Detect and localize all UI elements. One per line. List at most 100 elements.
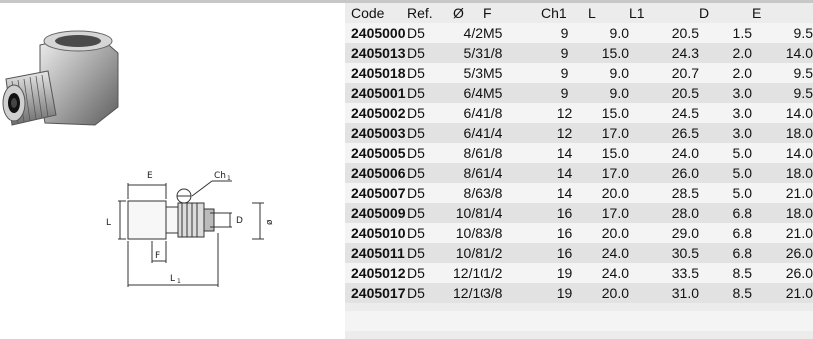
cell-ch1: 16 [556,245,573,261]
label-ch1: Ch [214,171,226,181]
table-row: 2405012D5 12/101/2 19 24.0 33.5 8.5 26.0 [345,263,813,283]
cell-l1: 30.5 [671,245,699,261]
cell-f: 1/8 [483,45,503,61]
cell-ref: D5 [407,265,425,281]
cell-ref: D5 [407,285,425,301]
cell-l1: 31.0 [671,285,699,301]
table-row: 2405000 D5 4/2 M5 9 9.0 20.5 1.5 9.5 [345,23,813,43]
cell-ref: D5 [407,85,425,101]
cell-l1: 20.5 [671,25,699,41]
table-row: 2405007 D5 8/6 3/8 14 20.0 28.5 5.0 21.0 [345,183,813,203]
cell-l: 20.0 [601,185,629,201]
cell-e: 18.0 [785,165,813,181]
cell-ref: D5 [407,205,425,221]
cell-l1: 24.3 [671,45,699,61]
table-header-row: Code Ref. Ø F Ch1 L L1 D E [345,3,813,23]
cell-code: 2405002 [351,105,406,121]
cell-ref: D5 [407,105,425,121]
table-row: 2405018 D5 5/3 M5 9 9.0 20.7 2.0 9.5 [345,63,813,83]
cell-d: 3.0 [732,85,752,101]
cell-d: 2.0 [732,45,752,61]
dimension-drawing: E Ch 1 L D ø F L 1 [106,171,275,287]
cell-ch1: 9 [560,25,569,41]
cell-code: 2405011 [351,245,405,261]
cell-ch1: 9 [560,45,569,61]
cell-ch1: 14 [556,165,573,181]
cell-ch1: 19 [556,285,573,301]
cell-l: 9.0 [609,25,629,41]
cell-ch1: 19 [556,265,573,281]
cell-l1: 33.5 [671,265,699,281]
cell-f: M5 [483,85,503,101]
cell-d: 5.0 [732,165,752,181]
cell-code: 2405003 [351,125,406,141]
cell-ref: D5 [407,45,425,61]
cell-f: 1/2 [483,265,503,281]
cell-d: 6.8 [732,205,752,221]
cell-l1: 29.0 [671,225,699,241]
cell-l: 20.0 [601,285,629,301]
cell-ref: D5 [407,185,425,201]
cell-e: 21.0 [785,185,813,201]
cell-ch1: 16 [556,205,573,221]
cell-ref: D5 [407,225,425,241]
cell-f: 3/8 [483,185,503,201]
cell-e: 9.5 [793,85,813,101]
cell-d: 2.0 [732,65,752,81]
cell-diameter: 5/3 [463,65,483,81]
header-l1: L1 [629,5,645,21]
header-ref: Ref. [407,5,433,21]
cell-l: 15.0 [601,105,629,121]
cell-e: 21.0 [785,225,813,241]
cell-ref: D5 [407,245,425,261]
cell-code: 2405010 [351,225,406,241]
cell-l: 9.0 [609,85,629,101]
cell-l: 24.0 [601,245,629,261]
cell-e: 14.0 [785,145,813,161]
cell-diameter: 8/6 [463,185,483,201]
cell-diameter: 6/4 [463,105,483,121]
cell-f: M5 [483,65,503,81]
cell-code: 2405018 [351,65,406,81]
label-f: F [155,251,160,261]
cell-f: 1/2 [483,245,503,261]
table-row: 2405001 D5 6/4 M5 9 9.0 20.5 3.0 9.5 [345,83,813,103]
cell-d: 6.8 [732,225,752,241]
cell-e: 14.0 [785,105,813,121]
cell-e: 14.0 [785,45,813,61]
fitting-photo [2,30,119,126]
cell-diameter: 6/4 [463,125,483,141]
cell-l: 15.0 [601,145,629,161]
cell-diameter: 8/6 [463,165,483,181]
cell-l: 24.0 [601,265,629,281]
cell-diameter: 6/4 [463,85,483,101]
cell-f: 3/8 [483,225,503,241]
cell-code: 2405006 [351,165,406,181]
cell-code: 2405009 [351,205,406,221]
cell-e: 26.0 [785,265,813,281]
cell-l1: 20.7 [671,65,699,81]
cell-f: M5 [483,25,503,41]
cell-f: 1/8 [483,105,503,121]
cell-ch1: 12 [556,105,573,121]
cell-e: 9.5 [793,25,813,41]
specification-table: Code Ref. Ø F Ch1 L L1 D E 2405000 D5 4/2 M… [345,3,813,339]
cell-d: 3.0 [732,125,752,141]
cell-code: 2405000 [351,25,406,41]
cell-f: 1/4 [483,205,503,221]
cell-f: 3/8 [483,285,503,301]
label-l1-sub: 1 [177,278,181,285]
table-row: 2405013 D5 5/3 1/8 9 15.0 24.3 2.0 14.0 [345,43,813,63]
table-empty-row [345,311,813,331]
cell-diameter: 10/8 [455,205,483,221]
label-l1: L [170,274,175,284]
cell-l: 20.0 [601,225,629,241]
label-phi: ø [265,219,275,225]
cell-d: 1.5 [732,25,752,41]
cell-diameter: 10/8 [455,225,483,241]
header-ch1: Ch1 [541,5,567,21]
cell-diameter: 5/3 [463,45,483,61]
cell-code: 2405007 [351,185,406,201]
cell-f: 1/8 [483,145,503,161]
cell-code: 2405012 [351,265,406,281]
